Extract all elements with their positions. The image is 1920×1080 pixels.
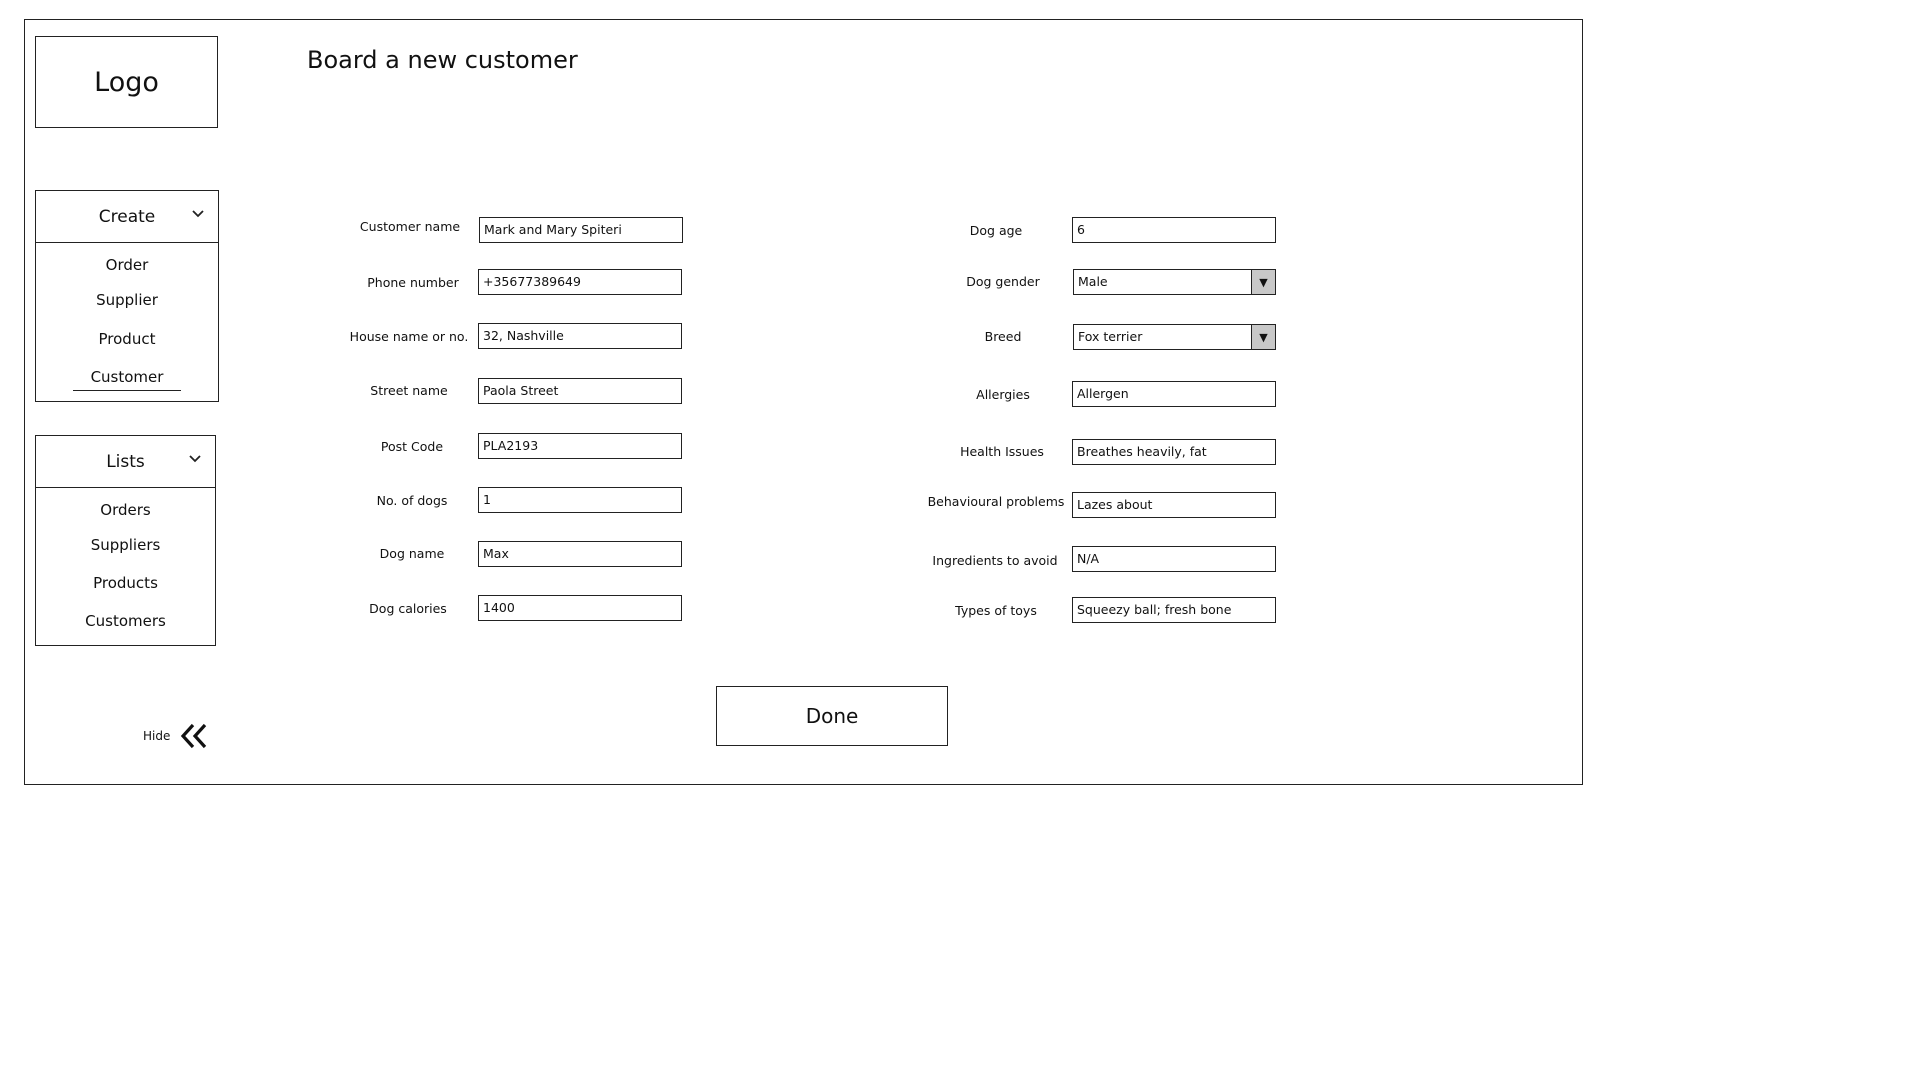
triangle-down-icon: ▼ <box>1251 270 1275 294</box>
allergies-label: Allergies <box>976 387 1030 402</box>
dog-age-label: Dog age <box>969 223 1023 238</box>
dog-name-label: Dog name <box>379 546 445 561</box>
double-chevron-left-icon <box>181 723 207 749</box>
dog-gender-select[interactable]: Male ▼ <box>1073 269 1276 295</box>
no-of-dogs-input[interactable]: 1 <box>478 487 682 513</box>
menu-item-orders[interactable]: Orders <box>36 501 215 519</box>
phone-number-input[interactable]: +35677389649 <box>478 269 682 295</box>
done-button-label: Done <box>805 704 859 728</box>
street-name-label: Street name <box>370 383 448 398</box>
menu-item-product[interactable]: Product <box>36 330 218 348</box>
hide-sidebar-button[interactable]: Hide <box>143 723 208 749</box>
done-button[interactable]: Done <box>716 686 948 746</box>
behavioural-problems-input[interactable]: Lazes about <box>1072 492 1276 518</box>
house-name-label: House name or no. <box>349 329 469 344</box>
dog-calories-input[interactable]: 1400 <box>478 595 682 621</box>
menu-item-order[interactable]: Order <box>36 256 218 274</box>
chevron-down-icon <box>192 210 204 218</box>
page-title: Board a new customer <box>307 46 578 74</box>
breed-select[interactable]: Fox terrier ▼ <box>1073 324 1276 350</box>
health-issues-input[interactable]: Breathes heavily, fat <box>1072 439 1276 465</box>
create-menu-header[interactable]: Create <box>36 191 218 243</box>
breed-label: Breed <box>984 329 1022 344</box>
menu-item-supplier[interactable]: Supplier <box>36 291 218 309</box>
post-code-input[interactable]: PLA2193 <box>478 433 682 459</box>
ingredients-to-avoid-label: Ingredients to avoid <box>932 553 1058 568</box>
allergies-input[interactable]: Allergen <box>1072 381 1276 407</box>
menu-item-customers[interactable]: Customers <box>36 612 215 630</box>
lists-menu-title: Lists <box>106 451 145 472</box>
logo: Logo <box>35 36 218 128</box>
house-name-input[interactable]: 32, Nashville <box>478 323 682 349</box>
create-menu: Create Order Supplier Product Customer <box>35 190 219 402</box>
dog-calories-label: Dog calories <box>369 601 447 616</box>
no-of-dogs-label: No. of dogs <box>376 493 448 508</box>
hide-label: Hide <box>143 729 171 743</box>
dog-name-input[interactable]: Max <box>478 541 682 567</box>
chevron-down-icon <box>189 455 201 463</box>
lists-menu-header[interactable]: Lists <box>36 436 215 488</box>
logo-text: Logo <box>94 66 159 98</box>
breed-value: Fox terrier <box>1078 329 1143 344</box>
health-issues-label: Health Issues <box>960 444 1044 459</box>
menu-item-products[interactable]: Products <box>36 574 215 592</box>
menu-item-suppliers[interactable]: Suppliers <box>36 536 215 554</box>
lists-menu: Lists Orders Suppliers Products Customer… <box>35 435 216 646</box>
types-of-toys-input[interactable]: Squeezy ball; fresh bone <box>1072 597 1276 623</box>
dog-gender-label: Dog gender <box>966 274 1040 289</box>
customer-name-input[interactable]: Mark and Mary Spiteri <box>479 217 683 243</box>
post-code-label: Post Code <box>380 439 444 454</box>
phone-number-label: Phone number <box>367 275 459 290</box>
customer-name-label: Customer name <box>359 219 461 234</box>
street-name-input[interactable]: Paola Street <box>478 378 682 404</box>
dog-gender-value: Male <box>1078 274 1108 289</box>
create-menu-title: Create <box>98 206 156 227</box>
dog-age-input[interactable]: 6 <box>1072 217 1276 243</box>
ingredients-to-avoid-input[interactable]: N/A <box>1072 546 1276 572</box>
app-window <box>24 19 1583 785</box>
triangle-down-icon: ▼ <box>1251 325 1275 349</box>
types-of-toys-label: Types of toys <box>955 603 1037 618</box>
menu-item-customer[interactable]: Customer <box>36 368 218 391</box>
behavioural-problems-label: Behavioural problems <box>927 494 1065 509</box>
